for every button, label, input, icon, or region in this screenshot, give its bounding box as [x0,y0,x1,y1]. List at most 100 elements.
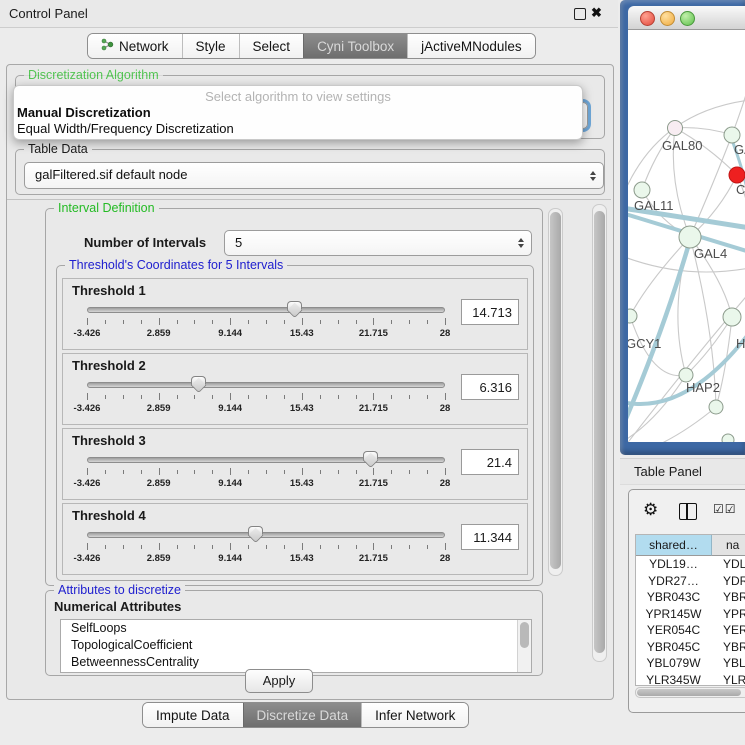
cell-name: YLR3 [711,672,745,687]
table-panel-header: Table Panel [620,458,745,485]
tab-impute-data[interactable]: Impute Data [143,703,243,727]
number-of-intervals-label: Number of Intervals [84,235,206,250]
apply-button[interactable]: Apply [245,669,313,693]
inner-scrollbar-thumb[interactable] [550,212,561,569]
close-icon[interactable]: ✖ [591,5,602,21]
network-node[interactable] [634,182,650,198]
network-node[interactable] [668,121,683,136]
threshold-value-field[interactable]: 14.713 [461,299,519,325]
network-node[interactable] [722,434,734,442]
table-panel-title: Table Panel [634,464,702,479]
split-columns-icon[interactable] [679,503,697,520]
threshold-slider[interactable]: -3.4262.8599.14415.4321.71528 [87,376,445,420]
column-header-2[interactable]: na [712,535,745,556]
cell-shared-name: YPR145W [636,606,711,623]
attribute-list-item[interactable]: SelfLoops [61,620,531,637]
table-row[interactable]: YDR27…YDR2 [636,573,745,590]
slider-thumb[interactable] [287,301,302,319]
float-window-icon[interactable] [574,8,586,20]
tab-select[interactable]: Select [239,34,304,58]
tab-network[interactable]: Network [88,34,182,58]
threshold-value-field[interactable]: 21.4 [461,449,519,475]
network-node[interactable] [709,400,723,414]
table-panel: ⚙ ☑☑ shared…naYDL19…YDL1YDR27…YDR2YBR043… [628,489,745,713]
table-h-scrollbar[interactable] [635,687,745,698]
minimize-traffic-light-icon[interactable] [660,11,675,26]
slider-track[interactable] [87,457,445,463]
table-row[interactable]: YLR345WYLR3 [636,672,745,687]
cell-name: YBR0 [711,639,745,656]
threshold-value-field[interactable]: 6.316 [461,374,519,400]
slider-ticks [87,468,445,476]
column-header-1[interactable]: shared… [636,535,712,556]
slider-thumb[interactable] [363,451,378,469]
table-row[interactable]: YBR045CYBR0 [636,639,745,656]
menu-item-manual-discretization[interactable]: Manual Discretization [17,105,151,120]
network-window-titlebar[interactable] [628,6,745,30]
network-node[interactable] [723,308,741,326]
slider-ticks [87,393,445,401]
number-of-intervals-combobox[interactable]: 5 [224,230,532,256]
panel-scrollbar-thumb[interactable] [594,211,605,653]
tab-cyni-toolbox[interactable]: Cyni Toolbox [303,34,407,58]
panel-scrollbar[interactable] [592,204,607,662]
slider-thumb[interactable] [248,526,263,544]
gear-icon[interactable]: ⚙ [643,500,658,520]
threshold-label: Threshold 4 [72,508,146,523]
threshold-slider[interactable]: -3.4262.8599.14415.4321.71528 [87,301,445,345]
network-window-frame[interactable]: GAL80GACGAL11GAL4GCY1HHAP2 [620,0,745,455]
tab-jactivemnodules[interactable]: jActiveMNodules [407,34,535,58]
tab-infer-network[interactable]: Infer Network [361,703,468,727]
slider-thumb[interactable] [191,376,206,394]
table-data-combobox[interactable]: galFiltered.sif default node [24,162,604,189]
table-h-scrollbar-thumb[interactable] [637,689,741,696]
table-row[interactable]: YPR145WYPR1 [636,606,745,623]
slider-scale-labels: -3.4262.8599.14415.4321.71528 [87,328,445,340]
network-node[interactable] [679,226,701,248]
node-label: HAP2 [686,380,720,395]
table-data-value: galFiltered.sif default node [35,167,187,182]
slider-scale-labels: -3.4262.8599.14415.4321.71528 [87,553,445,565]
stepper-arrows-icon [590,171,596,181]
control-panel-titlebar: Control Panel ✖ [0,0,618,28]
node-label: GAL11 [634,198,674,213]
settings-scroll-area: Interval Definition Number of Intervals … [7,199,611,666]
table-row[interactable]: YBL079WYBL0 [636,655,745,672]
network-edge[interactable] [690,175,737,237]
tab-label: Style [196,39,226,54]
network-canvas[interactable]: GAL80GACGAL11GAL4GCY1HHAP2 [628,30,745,442]
cell-name: YDR2 [711,573,745,590]
attribute-list-item[interactable]: TopologicalCoefficient [61,637,531,654]
tab-discretize-data[interactable]: Discretize Data [243,703,362,727]
menu-item-equal-width-frequency[interactable]: Equal Width/Frequency Discretization [17,121,234,136]
network-node[interactable] [628,309,637,323]
table-row[interactable]: YBR043CYBR0 [636,589,745,606]
cell-shared-name: YBL079W [636,655,711,672]
slider-track[interactable] [87,532,445,538]
tab-style[interactable]: Style [182,34,239,58]
table-row[interactable]: YER054CYER0 [636,622,745,639]
numerical-attributes-list[interactable]: SelfLoopsTopologicalCoefficientBetweenne… [60,619,532,673]
threshold-slider[interactable]: -3.4262.8599.14415.4321.71528 [87,526,445,570]
slider-track[interactable] [87,307,445,313]
list-scrollbar[interactable] [517,620,531,672]
list-scrollbar-thumb[interactable] [520,622,529,648]
close-traffic-light-icon[interactable] [640,11,655,26]
interval-definition-group: Interval Definition Number of Intervals … [45,208,543,586]
node-attribute-table[interactable]: shared…naYDL19…YDL1YDR27…YDR2YBR043CYBR0… [635,534,745,686]
zoom-traffic-light-icon[interactable] [680,11,695,26]
network-edge[interactable] [656,407,716,442]
network-edge[interactable] [675,128,732,135]
table-row[interactable]: YDL19…YDL1 [636,556,745,573]
inner-scrollbar[interactable] [548,208,563,576]
threshold-value-field[interactable]: 11.344 [461,524,519,550]
threshold-slider[interactable]: -3.4262.8599.14415.4321.71528 [87,451,445,495]
column-checkboxes-icon[interactable]: ☑☑ [713,502,737,516]
slider-track[interactable] [87,382,445,388]
network-edge[interactable] [628,375,686,442]
network-node-selected[interactable] [729,167,745,183]
cell-name: YBL0 [711,655,745,672]
network-graph[interactable]: GAL80GACGAL11GAL4GCY1HHAP2 [628,30,745,442]
node-label: H [736,336,745,351]
network-node[interactable] [724,127,740,143]
